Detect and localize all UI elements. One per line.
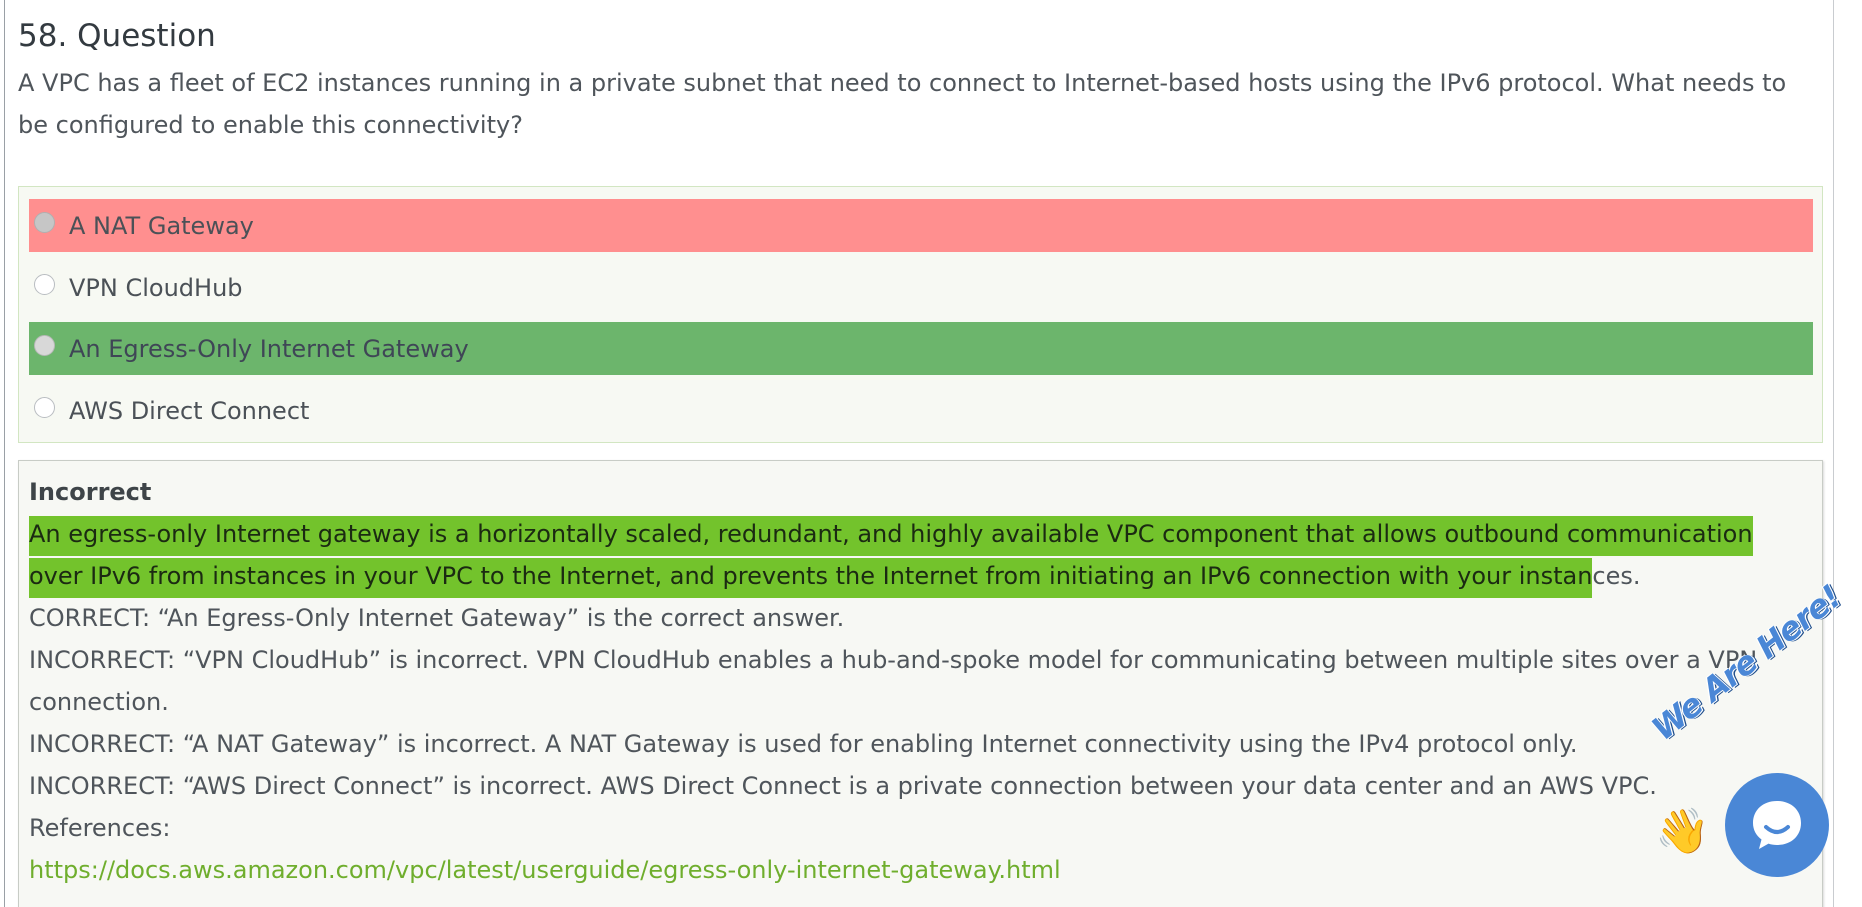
explanation-panel: Incorrect An egress-only Internet gatewa… [18, 460, 1823, 907]
explanation-line-direct-connect: INCORRECT: “AWS Direct Connect” is incor… [29, 772, 1657, 800]
option-vpn-cloudhub[interactable]: VPN CloudHub [29, 261, 1813, 314]
question-text: A VPC has a fleet of EC2 instances runni… [18, 69, 1787, 139]
option-aws-direct-connect[interactable]: AWS Direct Connect [29, 384, 1813, 437]
radio-button[interactable] [34, 274, 55, 295]
result-label: Incorrect [29, 478, 152, 506]
radio-button[interactable] [34, 212, 55, 233]
chat-bubble-icon [1753, 801, 1801, 849]
option-label: A NAT Gateway [69, 211, 254, 240]
chat-button[interactable] [1725, 773, 1829, 877]
answer-options: A NAT Gateway VPN CloudHub An Egress-Onl… [18, 186, 1823, 443]
radio-button[interactable] [34, 335, 55, 356]
explanation-line-correct: CORRECT: “An Egress-Only Internet Gatewa… [29, 604, 845, 632]
option-a-nat-gateway[interactable]: A NAT Gateway [29, 199, 1813, 252]
explanation-text-rest: ces. [1592, 562, 1641, 590]
option-egress-only-internet-gateway[interactable]: An Egress-Only Internet Gateway [29, 322, 1813, 375]
explanation-paragraph: An egress-only Internet gateway is a hor… [29, 513, 1809, 598]
explanation-line-vpn-cloudhub: INCORRECT: “VPN CloudHub” is incorrect. … [29, 646, 1758, 716]
option-label: VPN CloudHub [69, 273, 243, 302]
option-label: An Egress-Only Internet Gateway [69, 334, 469, 363]
radio-button[interactable] [34, 397, 55, 418]
explanation-line-nat-gateway: INCORRECT: “A NAT Gateway” is incorrect.… [29, 730, 1578, 758]
highlighted-text: An egress-only Internet gateway is a hor… [29, 516, 1753, 598]
question-title: 58. Question [18, 18, 216, 54]
waving-hand-icon: 👋 [1655, 806, 1710, 857]
reference-link[interactable]: https://docs.aws.amazon.com/vpc/latest/u… [29, 856, 1061, 884]
references-label: References: [29, 814, 171, 842]
option-label: AWS Direct Connect [69, 396, 310, 425]
